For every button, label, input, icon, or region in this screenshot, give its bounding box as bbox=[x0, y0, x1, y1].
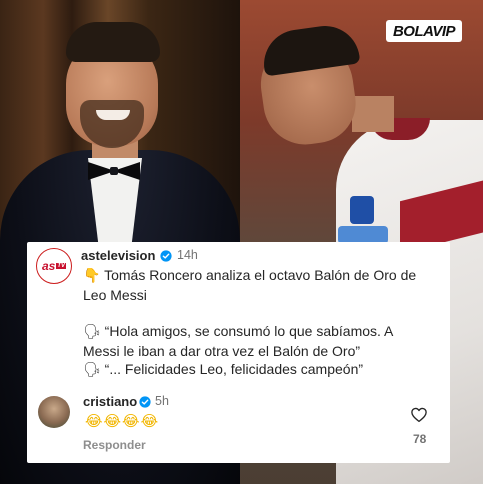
comment-line-2: Leo Messi bbox=[83, 286, 147, 303]
heart-icon[interactable] bbox=[410, 406, 428, 424]
quote-line-1-text: “Hola amigos, se consumó lo que sabíamos… bbox=[104, 323, 394, 339]
comment-time: 14h bbox=[177, 248, 198, 262]
avatar-logo-badge: TV bbox=[56, 263, 67, 269]
bow-tie-icon bbox=[88, 162, 140, 180]
quote-line-2: Messi le iban a dar otra vez el Balón de… bbox=[83, 342, 361, 359]
badge-icon bbox=[350, 196, 374, 224]
comment-spacer bbox=[83, 304, 443, 322]
reply-time: 5h bbox=[155, 394, 169, 408]
comment-card: as TV astelevision 14h 👇 Tomás Roncero an… bbox=[27, 242, 450, 463]
verified-badge-icon bbox=[160, 250, 172, 262]
reply-button[interactable]: Responder bbox=[83, 438, 146, 452]
speaking-head-icon: 🗣 bbox=[83, 362, 101, 378]
post-image: BOLAVIP as TV astelevision 14h 👇 Tomás Ro… bbox=[0, 0, 483, 484]
speaking-head-icon: 🗣 bbox=[83, 324, 101, 340]
comment-author[interactable]: astelevision bbox=[81, 248, 155, 263]
laughing-emojis: 😂😂😂😂 bbox=[85, 412, 160, 430]
comment-line-1-text: Tomás Roncero analiza el octavo Balón de… bbox=[104, 267, 417, 283]
avatar-logo: as TV bbox=[39, 251, 69, 281]
bolavip-logo: BOLAVIP bbox=[386, 20, 462, 42]
quote-line-1: 🗣 “Hola amigos, se consumó lo que sabíam… bbox=[83, 322, 443, 342]
neck-shape bbox=[352, 96, 394, 132]
quote-line-3: 🗣 “... Felicidades Leo, felicidades camp… bbox=[83, 360, 443, 380]
quote-line-3-text: “... Felicidades Leo, felicidades campeó… bbox=[104, 361, 364, 377]
avatar-logo-text: as bbox=[41, 259, 56, 273]
smile-shape bbox=[96, 110, 130, 120]
verified-badge-icon bbox=[139, 396, 151, 408]
comment-line-1: 👇 Tomás Roncero analiza el octavo Balón … bbox=[83, 266, 443, 286]
astelevision-avatar[interactable]: as TV bbox=[36, 248, 72, 284]
cristiano-avatar[interactable] bbox=[38, 396, 70, 428]
hair-shape bbox=[66, 22, 160, 62]
pointing-down-icon: 👇 bbox=[83, 268, 101, 284]
comment-body: 👇 Tomás Roncero analiza el octavo Balón … bbox=[83, 266, 443, 380]
reply-author[interactable]: cristiano bbox=[83, 394, 137, 409]
like-count: 78 bbox=[413, 432, 427, 446]
